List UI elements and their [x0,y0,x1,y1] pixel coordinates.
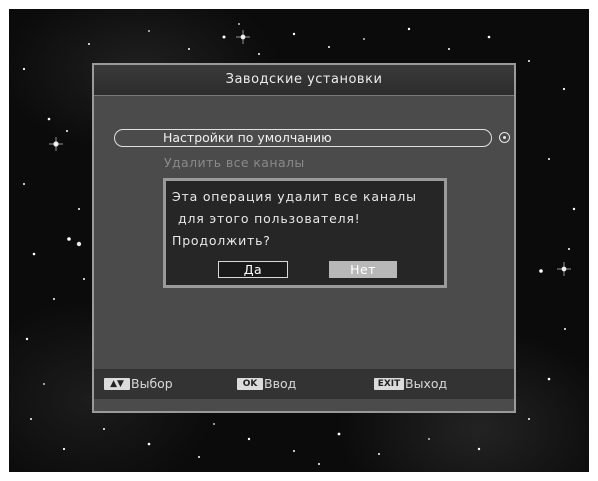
radio-selected-icon [499,132,510,143]
menu-item-default-settings[interactable]: Настройки по умолчанию [114,129,492,147]
arrow-keys-icon: ▲▼ [104,378,130,390]
menu-item-delete-all-channels[interactable]: Удалить все каналы [164,155,305,171]
yes-button[interactable]: Да [218,261,288,278]
window-title: Заводские установки [94,65,514,96]
no-button[interactable]: Нет [329,261,397,278]
exit-hint-label: Выход [405,376,448,391]
tv-screen: Заводские установки Настройки по умолчан… [9,9,589,472]
confirm-question: Продолжить? [172,233,271,248]
ok-key-icon: OK [237,378,263,390]
menu-item-label: Настройки по умолчанию [163,130,332,145]
confirm-dialog: Эта операция удалит все каналы для этого… [163,178,447,288]
enter-hint-label: Ввод [264,376,297,391]
confirm-message-line-2: для этого пользователя! [178,211,361,226]
factory-settings-window: Заводские установки Настройки по умолчан… [92,63,516,413]
footer-hint-bar: ▲▼ Выбор OK Ввод EXIT Выход [94,369,514,399]
exit-key-icon: EXIT [374,378,404,390]
confirm-message-line-1: Эта операция удалит все каналы [172,189,417,204]
select-hint-label: Выбор [131,376,173,391]
